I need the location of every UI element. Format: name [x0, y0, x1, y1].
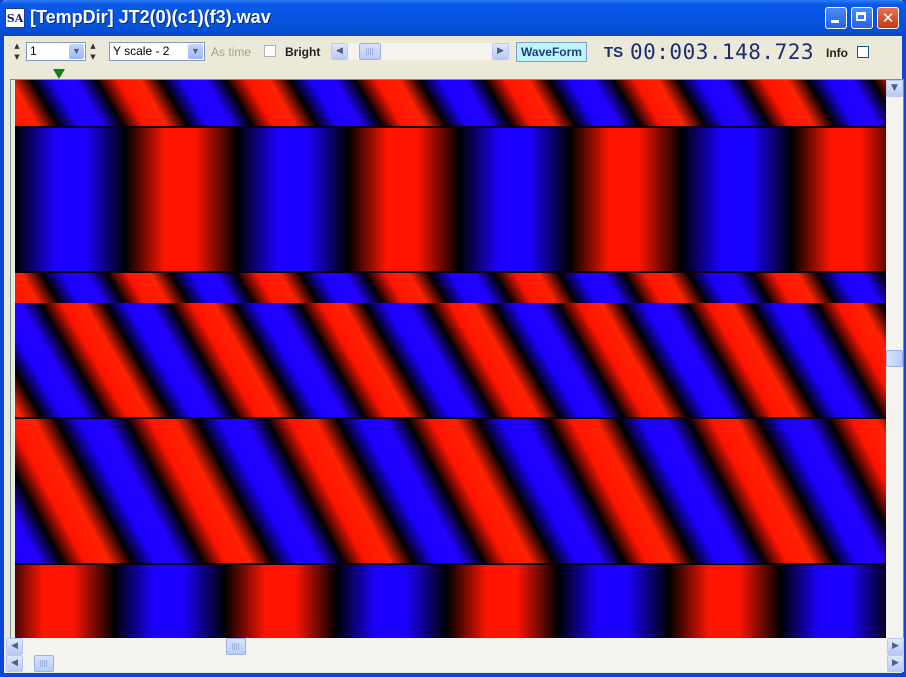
as-time-label: As time	[211, 45, 252, 59]
spectrogram-pane: ▲ ▼	[10, 79, 904, 640]
spin-down-icon[interactable]: ▼	[88, 52, 98, 62]
yscale-select[interactable]: Y scale - 2 ▼	[109, 42, 205, 61]
signal-band	[15, 419, 887, 563]
bright-label: Bright	[285, 45, 321, 59]
close-button[interactable]: ✕	[877, 7, 899, 29]
scroll-left-icon[interactable]: ◀	[6, 638, 23, 655]
minimize-icon	[826, 8, 846, 28]
yscale-select-value: Y scale - 2	[113, 44, 170, 58]
horizontal-scrollbar-view[interactable]: ◀ ▶	[6, 638, 904, 655]
signal-band	[15, 273, 887, 417]
info-checkbox[interactable]	[857, 46, 869, 58]
minimize-button[interactable]	[825, 7, 847, 29]
signal-band	[15, 80, 887, 127]
waveform-button[interactable]: WaveForm	[516, 42, 587, 62]
scroll-right-icon[interactable]: ▶	[492, 43, 509, 60]
channel-select[interactable]: 1 ▼	[26, 42, 86, 61]
spin-down-icon[interactable]: ▼	[12, 52, 22, 62]
bright-checkbox[interactable]	[264, 45, 276, 57]
channel-spinner-2[interactable]: ▲ ▼	[88, 41, 98, 63]
close-icon: ✕	[881, 9, 895, 27]
info-label: Info	[826, 46, 848, 60]
scroll-left-icon[interactable]: ◀	[6, 655, 23, 672]
scroll-down-icon[interactable]: ▼	[886, 80, 903, 97]
toolbar: ▲ ▼ 1 ▼ ▲ ▼ Y scale - 2 ▼ As time Bright…	[0, 36, 898, 68]
brightness-slider[interactable]: ◀ ▶	[331, 43, 509, 60]
horizontal-scrollbar-file[interactable]: ◀ ▶	[6, 655, 904, 672]
scroll-right-icon[interactable]: ▶	[887, 655, 904, 672]
spin-up-icon[interactable]: ▲	[88, 41, 98, 51]
channel-select-value: 1	[30, 44, 37, 58]
file-scroll-thumb[interactable]	[34, 655, 54, 672]
spectrogram-view[interactable]	[15, 80, 887, 639]
scroll-right-icon[interactable]: ▶	[887, 638, 904, 655]
vertical-scroll-thumb[interactable]	[886, 350, 903, 367]
scroll-left-icon[interactable]: ◀	[331, 43, 348, 60]
time-display: 00:003.148.723	[630, 40, 815, 64]
signal-band	[15, 128, 887, 272]
position-marker-icon[interactable]	[53, 69, 65, 79]
chevron-down-icon[interactable]: ▼	[188, 44, 203, 59]
signal-band	[15, 565, 887, 639]
window-title: [TempDir] JT2(0)(c1)(f3).wav	[30, 7, 271, 27]
channel-spinner[interactable]: ▲ ▼	[12, 41, 22, 63]
app-icon[interactable]: SA	[5, 8, 25, 28]
ts-label: TS	[604, 44, 624, 61]
maximize-icon	[852, 8, 872, 28]
maximize-button[interactable]	[851, 7, 873, 29]
chevron-down-icon[interactable]: ▼	[69, 44, 84, 59]
horizontal-scroll-thumb[interactable]	[226, 638, 246, 655]
slider-thumb[interactable]	[359, 43, 381, 60]
vertical-scrollbar[interactable]: ▲ ▼	[886, 80, 903, 639]
spin-up-icon[interactable]: ▲	[12, 41, 22, 51]
title-bar[interactable]: SA [TempDir] JT2(0)(c1)(f3).wav ✕	[0, 0, 906, 36]
